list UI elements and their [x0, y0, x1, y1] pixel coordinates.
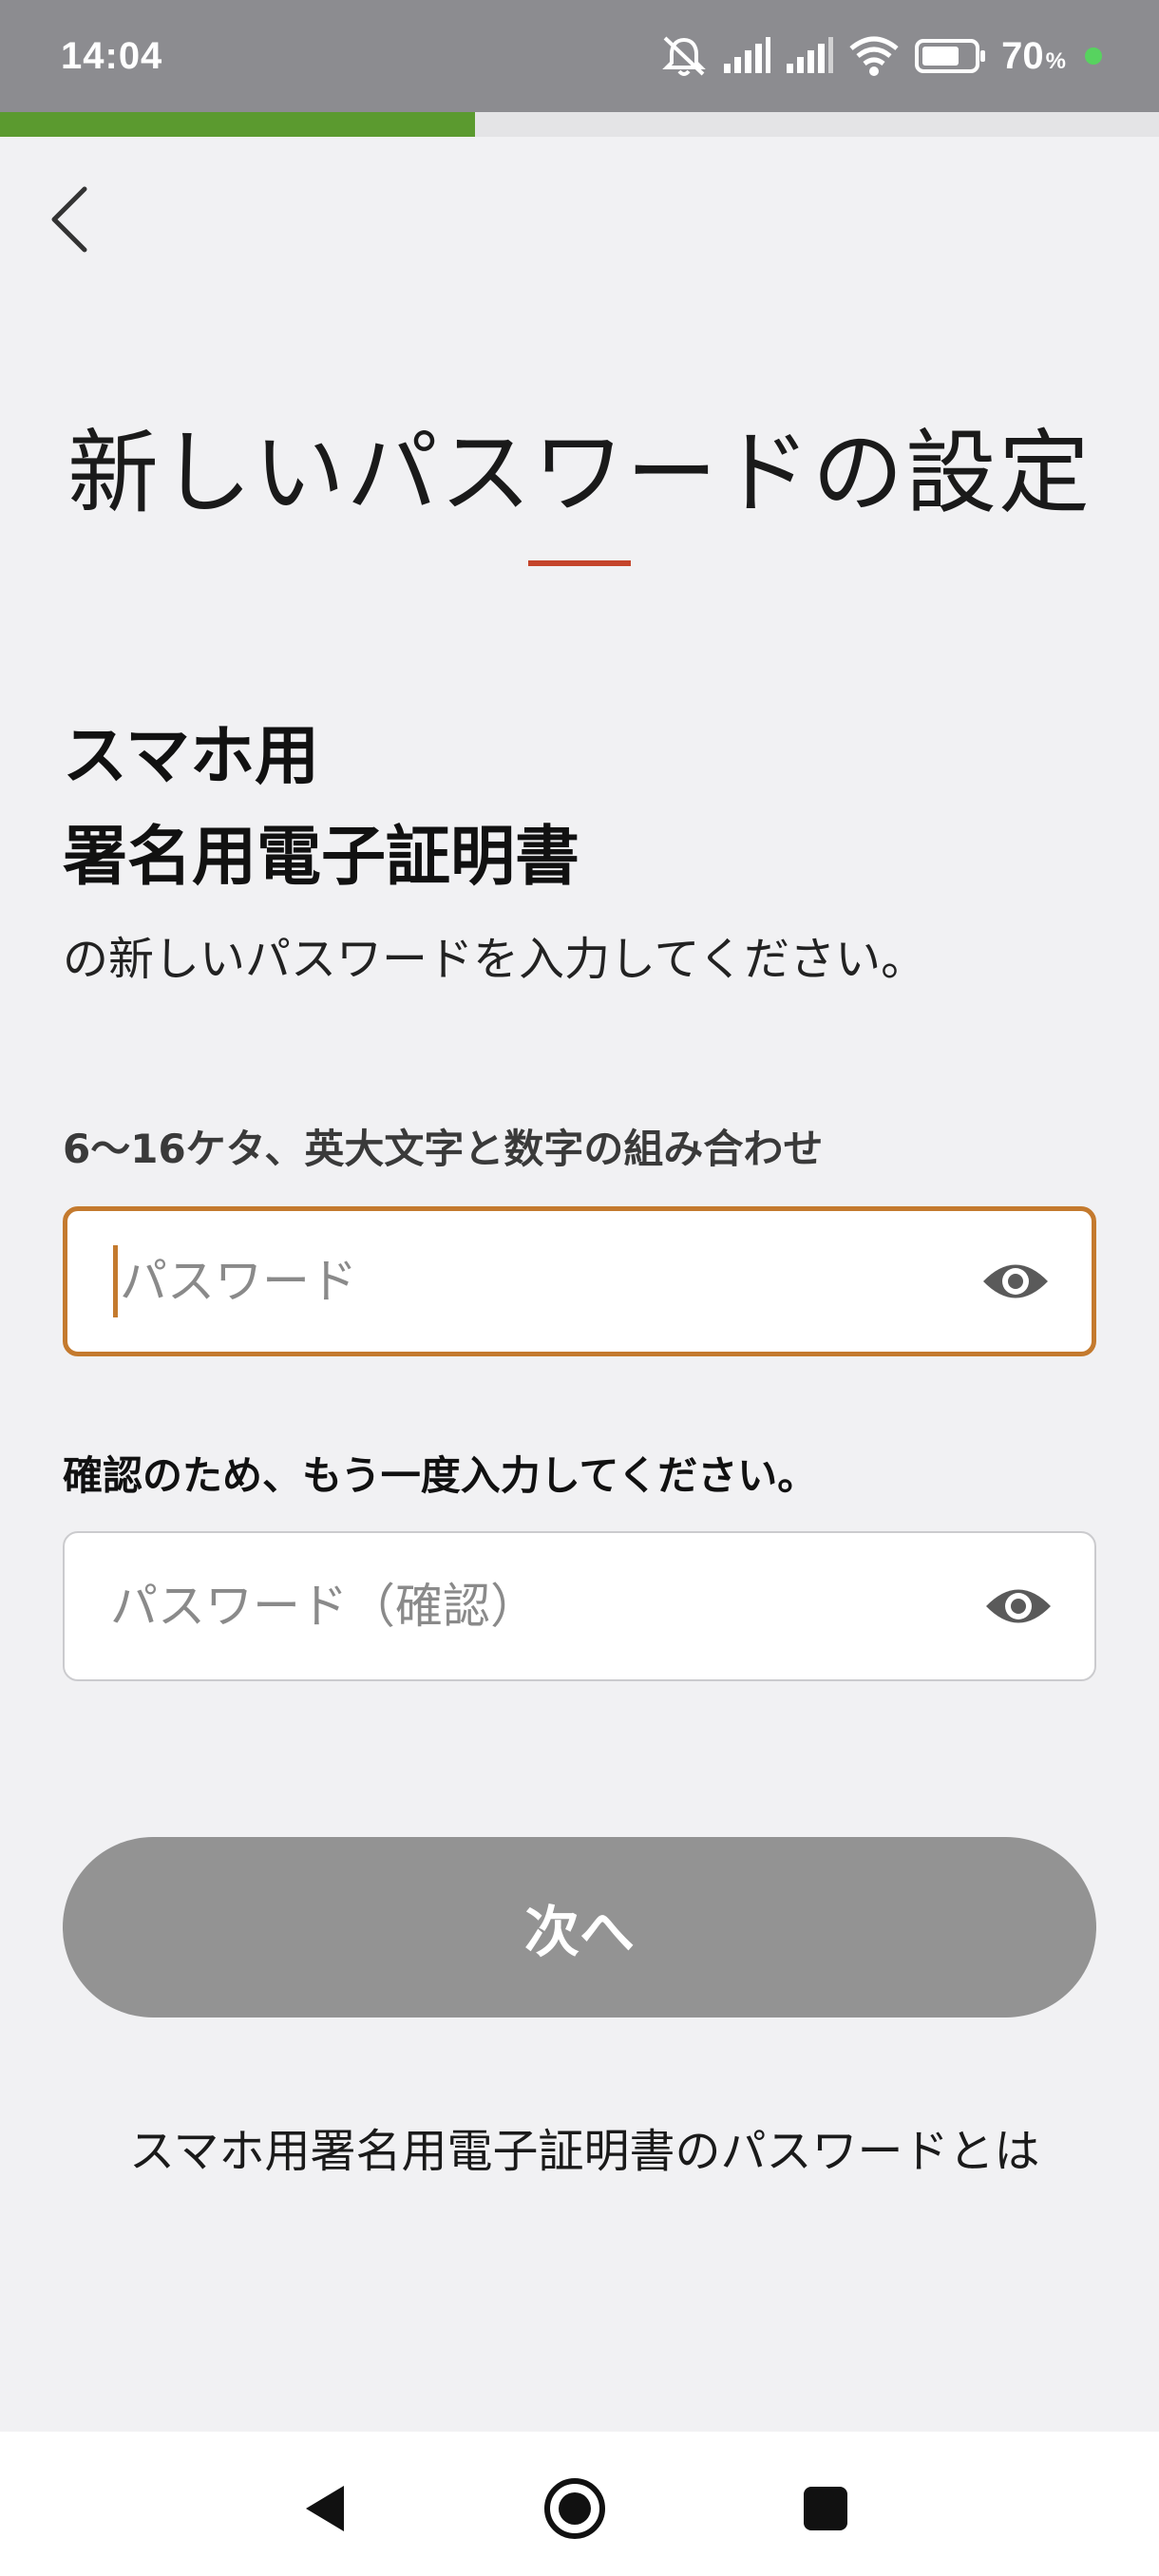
confirm-password-input[interactable]	[110, 1579, 980, 1634]
chevron-left-icon	[51, 186, 87, 253]
mute-bell-icon	[659, 34, 709, 78]
title-underline	[528, 560, 631, 566]
nav-home-button[interactable]	[532, 2466, 618, 2551]
page-title: 新しいパスワードの設定	[67, 420, 1092, 526]
progress-fill	[0, 112, 476, 137]
password-input[interactable]	[120, 1254, 978, 1309]
status-icons: 70%	[659, 34, 1102, 78]
status-bar: 14:04 70%	[0, 0, 1159, 112]
back-button[interactable]	[27, 177, 112, 262]
signal-icon	[785, 37, 834, 75]
recents-square-icon	[804, 2487, 847, 2530]
system-nav-bar	[0, 2432, 1159, 2576]
confirm-label: 確認のため、もう一度入力してください。	[63, 1452, 818, 1499]
password-hint: 6〜16ケタ、英大文字と数字の組み合わせ	[63, 1126, 824, 1172]
eye-icon	[983, 1264, 1048, 1298]
password-field[interactable]	[63, 1206, 1096, 1356]
battery-icon	[914, 37, 988, 75]
confirm-password-field[interactable]	[63, 1531, 1096, 1681]
show-confirm-password-button[interactable]	[980, 1568, 1056, 1644]
nav-back-button[interactable]	[281, 2466, 367, 2551]
screen: 14:04 70% 新しいパスワードの設定 スマホ用 署名用電子証明書 の新しい…	[0, 0, 1159, 2576]
back-triangle-icon	[306, 2486, 344, 2531]
wifi-icon	[847, 35, 901, 77]
password-help-link[interactable]: スマホ用署名用電子証明書のパスワードとは	[129, 2114, 1070, 2188]
progress-bar	[0, 112, 1159, 137]
show-password-button[interactable]	[978, 1243, 1054, 1319]
text-caret	[113, 1245, 118, 1317]
heading-line-1: スマホ用	[63, 719, 319, 794]
instruction-text: の新しいパスワードを入力してください。	[63, 933, 927, 986]
home-circle-icon	[544, 2478, 605, 2539]
next-button[interactable]: 次へ	[63, 1837, 1096, 2017]
eye-icon	[986, 1589, 1051, 1623]
heading-line-2: 署名用電子証明書	[63, 820, 580, 895]
charging-dot	[1085, 47, 1102, 65]
nav-recents-button[interactable]	[783, 2466, 868, 2551]
battery-level: 70%	[1001, 34, 1066, 77]
status-time: 14:04	[61, 34, 163, 77]
signal-icon	[722, 37, 771, 75]
